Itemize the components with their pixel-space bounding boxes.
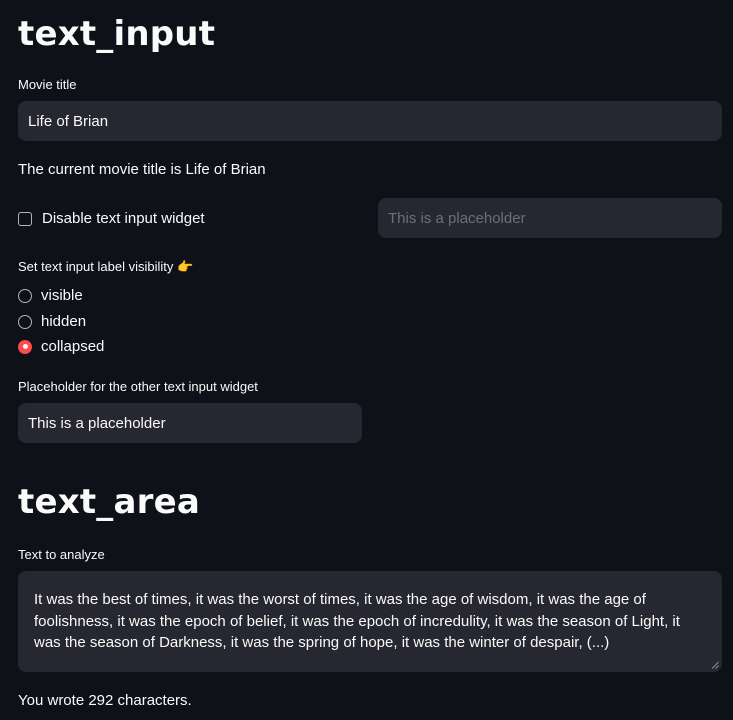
char-count-text: You wrote 292 characters. xyxy=(18,692,192,709)
placeholder-input-label: Placeholder for the other text input wid… xyxy=(18,379,258,394)
analyze-textarea[interactable]: It was the best of times, it was the wor… xyxy=(18,571,722,672)
movie-title-value: Life of Brian xyxy=(28,112,109,130)
visibility-label: Set text input label visibility 👉 xyxy=(18,259,194,274)
placeholder-text-input[interactable]: This is a placeholder xyxy=(18,403,362,443)
radio-hidden-circle[interactable] xyxy=(18,314,32,329)
radio-hidden-label: hidden xyxy=(41,313,87,330)
disable-input-checkbox-label: Disable text input widget xyxy=(42,210,205,227)
other-text-input[interactable]: This is a placeholder xyxy=(378,198,722,238)
radio-collapsed-circle[interactable] xyxy=(18,339,32,354)
radio-collapsed[interactable]: collapsed xyxy=(18,338,104,355)
movie-title-input[interactable]: Life of Brian xyxy=(18,101,722,141)
radio-hidden[interactable]: hidden xyxy=(18,313,86,330)
analyze-label: Text to analyze xyxy=(18,547,105,562)
text-area-heading: text_area xyxy=(18,482,201,522)
radio-collapsed-label: collapsed xyxy=(41,338,105,355)
app-page: text_input Movie title Life of Brian The… xyxy=(0,0,733,720)
analyze-textarea-value: It was the best of times, it was the wor… xyxy=(34,591,680,651)
resize-grip-icon[interactable] xyxy=(711,661,719,669)
disable-input-checkbox[interactable] xyxy=(18,211,32,226)
text-input-heading: text_input xyxy=(18,14,216,54)
movie-title-label: Movie title xyxy=(18,77,77,92)
other-text-input-placeholder: This is a placeholder xyxy=(388,209,526,227)
disable-input-checkbox-row[interactable]: Disable text input widget xyxy=(18,210,205,227)
radio-visible-label: visible xyxy=(41,287,83,304)
radio-visible[interactable]: visible xyxy=(18,287,83,304)
placeholder-text-input-value: This is a placeholder xyxy=(28,414,166,432)
current-title-text: The current movie title is Life of Brian xyxy=(18,161,266,178)
radio-visible-circle[interactable] xyxy=(18,288,32,303)
